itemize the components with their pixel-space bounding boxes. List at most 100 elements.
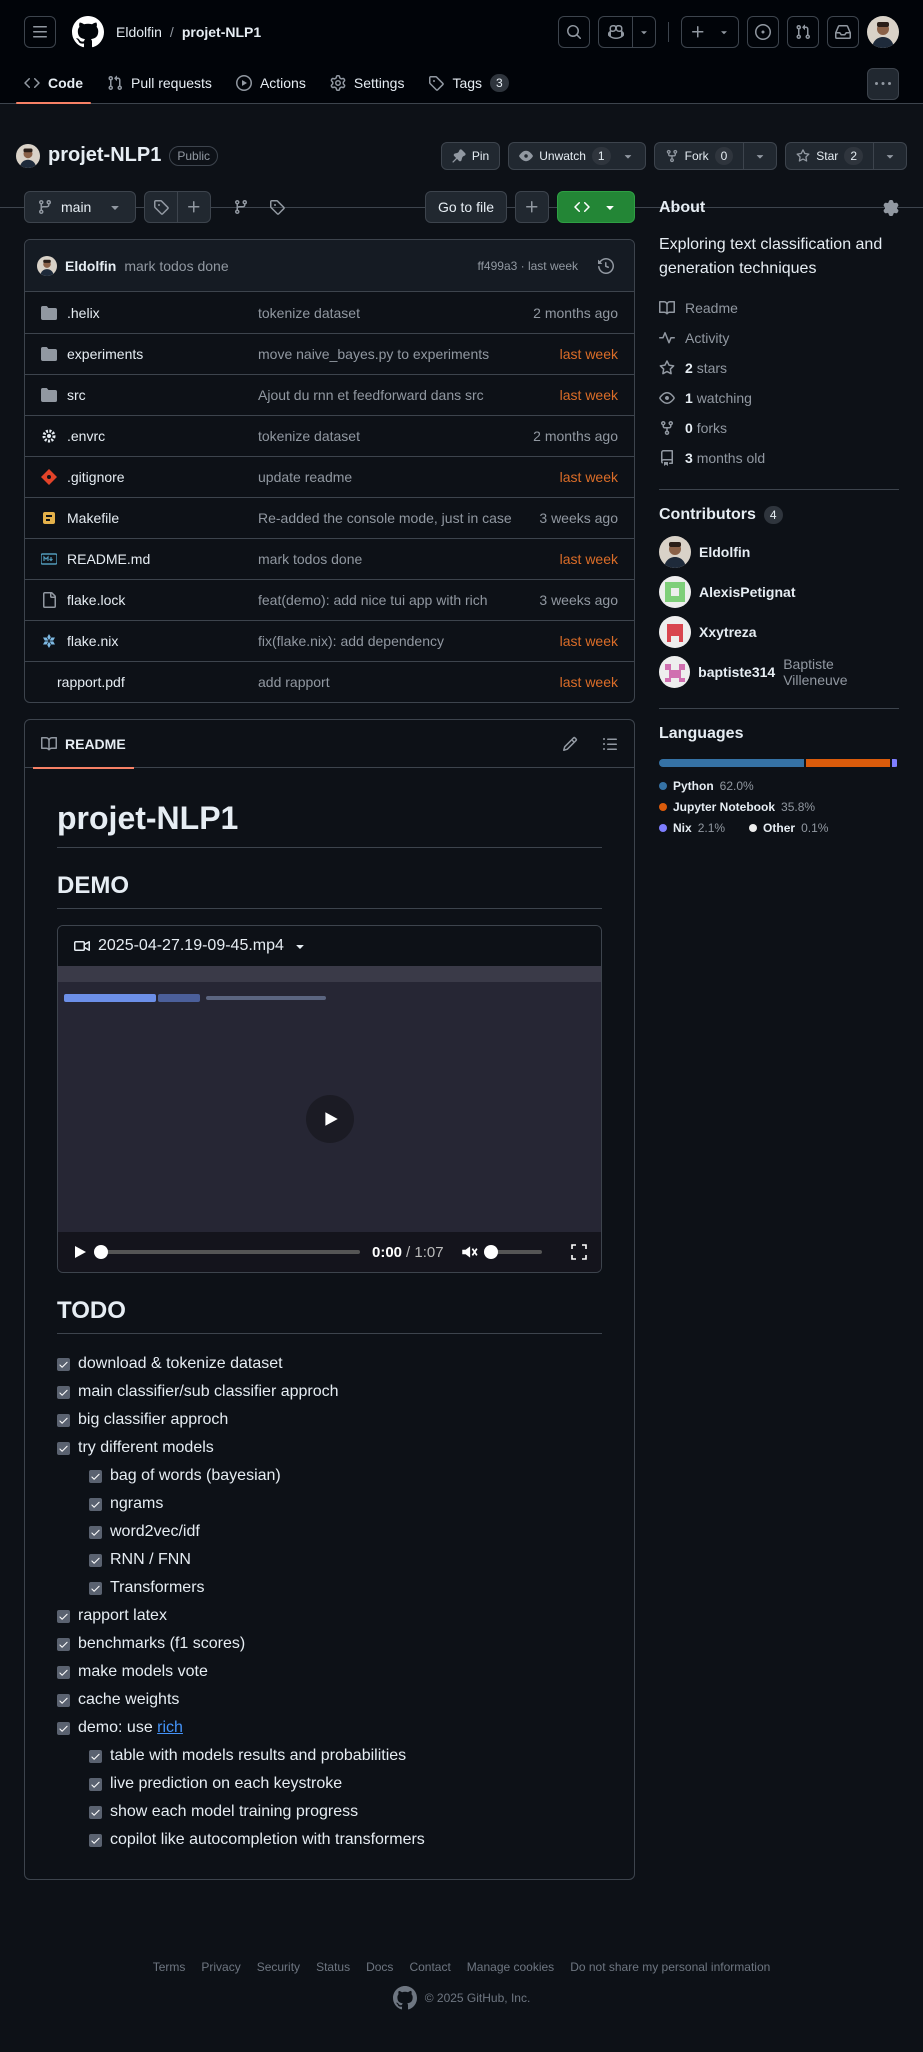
contributor-item[interactable]: AlexisPetignat — [659, 572, 899, 612]
video-header[interactable]: 2025-04-27.19-09-45.mp4 — [58, 926, 601, 966]
file-row[interactable]: .gitignore update readme last week — [25, 456, 634, 497]
language-bar-segment[interactable] — [806, 759, 890, 767]
owner-link[interactable]: Eldolfin — [116, 24, 162, 40]
user-avatar[interactable] — [867, 16, 899, 48]
star-dropdown[interactable] — [874, 141, 907, 170]
file-name[interactable]: .helix — [67, 305, 100, 321]
footer-link[interactable]: Status — [316, 1960, 350, 1974]
todo-checkbox[interactable] — [89, 1581, 102, 1595]
file-commit-message[interactable]: mark todos done — [258, 551, 560, 567]
file-commit-message[interactable]: move naive_bayes.py to experiments — [258, 346, 560, 362]
file-row[interactable]: rapport.pdf add rapport last week — [25, 661, 634, 702]
watchers-link[interactable]: 1 watching — [659, 383, 899, 413]
todo-checkbox[interactable] — [57, 1637, 70, 1651]
copilot-dropdown[interactable] — [633, 17, 655, 47]
file-commit-message[interactable]: feat(demo): add nice tui app with rich — [258, 592, 539, 608]
todo-checkbox[interactable] — [57, 1357, 70, 1371]
file-commit-message[interactable]: tokenize dataset — [258, 428, 533, 444]
file-commit-message[interactable]: fix(flake.nix): add dependency — [258, 633, 560, 649]
volume-slider[interactable] — [483, 1245, 542, 1259]
github-mark-icon[interactable] — [392, 1986, 417, 2010]
file-row[interactable]: .envrc tokenize dataset 2 months ago — [25, 415, 634, 456]
todo-checkbox[interactable] — [57, 1413, 70, 1427]
todo-checkbox[interactable] — [57, 1441, 70, 1455]
github-logo-icon[interactable] — [72, 16, 104, 48]
file-row[interactable]: .helix tokenize dataset 2 months ago — [25, 292, 634, 333]
footer-link[interactable]: Terms — [153, 1960, 186, 1974]
readme-tab[interactable]: README — [33, 720, 134, 769]
video-frame[interactable]: 0:00 / 1:07 — [58, 966, 601, 1272]
contributors-header[interactable]: Contributors 4 — [659, 506, 899, 524]
language-item[interactable]: Nix 2.1% — [659, 817, 725, 838]
todo-checkbox[interactable] — [57, 1385, 70, 1399]
tab-tags[interactable]: Tags 3 — [420, 63, 516, 103]
file-commit-message[interactable]: Re-added the console mode, just in case — [258, 510, 539, 526]
language-item[interactable]: Python 62.0% — [659, 775, 754, 796]
file-row[interactable]: Makefile Re-added the console mode, just… — [25, 497, 634, 538]
todo-link[interactable]: rich — [157, 1719, 183, 1737]
file-name[interactable]: .envrc — [67, 428, 105, 444]
repo-title[interactable]: projet-NLP1 — [48, 144, 161, 167]
more-options-button[interactable] — [867, 68, 899, 100]
repo-link[interactable]: projet-NLP1 — [182, 24, 261, 40]
todo-checkbox[interactable] — [89, 1777, 102, 1791]
menu-button[interactable] — [24, 16, 56, 48]
footer-link[interactable]: Privacy — [201, 1960, 240, 1974]
language-bar-segment[interactable] — [659, 759, 805, 767]
star-button[interactable]: Star 2 — [785, 141, 874, 170]
stars-link[interactable]: 2 stars — [659, 353, 899, 383]
file-commit-message[interactable]: update readme — [258, 469, 560, 485]
owner-avatar[interactable] — [16, 143, 40, 168]
footer-link[interactable]: Docs — [366, 1960, 393, 1974]
tab-settings[interactable]: Settings — [322, 63, 413, 103]
activity-link[interactable]: Activity — [659, 323, 899, 353]
todo-checkbox[interactable] — [57, 1665, 70, 1679]
todo-checkbox[interactable] — [89, 1833, 102, 1847]
file-row[interactable]: flake.lock feat(demo): add nice tui app … — [25, 579, 634, 620]
fork-button[interactable]: Fork 0 — [653, 141, 745, 170]
language-bar-segment[interactable] — [891, 759, 897, 767]
branch-selector[interactable]: main — [24, 191, 137, 223]
file-commit-message[interactable]: tokenize dataset — [258, 305, 533, 321]
play-overlay-button[interactable] — [305, 1095, 354, 1143]
todo-checkbox[interactable] — [57, 1721, 70, 1735]
commit-message[interactable]: mark todos done — [124, 258, 228, 274]
footer-link[interactable]: Manage cookies — [467, 1960, 554, 1974]
footer-link[interactable]: Contact — [409, 1960, 450, 1974]
contributor-item[interactable]: Eldolfin — [659, 532, 899, 572]
tab-pull-requests[interactable]: Pull requests — [99, 63, 220, 103]
commit-meta[interactable]: ff499a3 · last week — [477, 259, 578, 273]
go-to-file-button[interactable]: Go to file — [424, 191, 507, 223]
create-new-button[interactable] — [681, 16, 739, 48]
code-button[interactable] — [557, 191, 635, 223]
file-name[interactable]: README.md — [67, 551, 150, 567]
todo-checkbox[interactable] — [89, 1469, 102, 1483]
add-file-button[interactable] — [515, 191, 549, 223]
todo-checkbox[interactable] — [89, 1805, 102, 1819]
add-tag-button[interactable] — [178, 191, 212, 223]
file-row[interactable]: src Ajout du rnn et feedforward dans src… — [25, 374, 634, 415]
language-item[interactable]: Other 0.1% — [749, 817, 828, 838]
list-unordered-icon[interactable] — [602, 736, 618, 752]
volume-handle[interactable] — [483, 1245, 498, 1259]
copilot-button[interactable] — [599, 17, 633, 47]
file-commit-message[interactable]: add rapport — [258, 674, 560, 690]
file-commit-message[interactable]: Ajout du rnn et feedforward dans src — [258, 387, 560, 403]
file-name[interactable]: flake.nix — [67, 633, 118, 649]
footer-link[interactable]: Do not share my personal information — [570, 1960, 770, 1974]
readme-link[interactable]: Readme — [659, 293, 899, 323]
fullscreen-icon[interactable] — [571, 1244, 587, 1260]
todo-checkbox[interactable] — [57, 1693, 70, 1707]
todo-checkbox[interactable] — [89, 1525, 102, 1539]
history-icon[interactable] — [598, 257, 614, 274]
contributor-item[interactable]: Xxytreza — [659, 612, 899, 652]
unwatch-button[interactable]: Unwatch 1 — [508, 141, 646, 170]
contributor-item[interactable]: baptiste314 Baptiste Villeneuve — [659, 652, 899, 692]
fork-dropdown[interactable] — [744, 141, 778, 170]
play-icon[interactable] — [72, 1244, 88, 1260]
video-progress-handle[interactable] — [94, 1245, 108, 1259]
gear-icon[interactable] — [883, 200, 899, 216]
todo-checkbox[interactable] — [89, 1553, 102, 1567]
todo-checkbox[interactable] — [57, 1609, 70, 1623]
commit-author-avatar[interactable] — [37, 255, 57, 276]
